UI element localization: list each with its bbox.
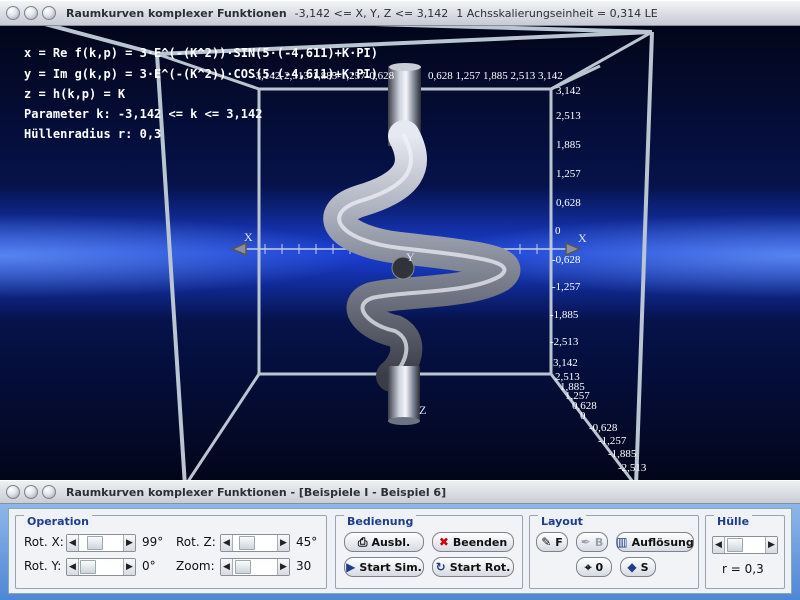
right-tick-label: 3,142 (556, 85, 581, 97)
layout-b-button[interactable]: ✒ B (576, 532, 608, 552)
aufloesung-button[interactable]: ▥ Auflösung (616, 532, 694, 552)
hull-radius: Hüllenradius r: 0,3 (24, 127, 162, 141)
x-axis-label-left: X (244, 230, 253, 244)
slider-thumb[interactable] (87, 536, 103, 550)
eraser-icon: ◆ (627, 560, 637, 574)
control-window-title-bar[interactable]: Raumkurven komplexer Funktionen - [Beisp… (0, 480, 800, 504)
slider-left-arrow-icon[interactable]: ◀ (67, 535, 79, 551)
huelle-title: Hülle (714, 515, 753, 528)
zoom-slider[interactable]: ◀ ▶ (220, 558, 290, 576)
right-tick-label: 0,628 (556, 197, 581, 209)
slider-left-arrow-icon[interactable]: ◀ (713, 537, 725, 553)
window-scale: 1 Achsskalierungseinheit = 0,314 LE (456, 6, 658, 20)
z-axis-label: Z (419, 403, 427, 417)
layout-s-button[interactable]: ◆ S (620, 557, 656, 577)
operation-group: Operation Rot. X: ◀ ▶ 99° Rot. Z: ◀ ▶ 45… (15, 515, 327, 589)
space-curve-tube (323, 63, 521, 425)
formula-z: z = h(k,p) = K (24, 87, 126, 101)
top-tick-labels-right: 0,628 1,257 1,885 2,513 3,142 (428, 70, 563, 82)
huelle-group: Hülle ◀ ▶ r = 0,3 (705, 515, 785, 589)
slider-right-arrow-icon[interactable]: ▶ (765, 537, 777, 553)
operation-title: Operation (24, 515, 92, 528)
layout-title: Layout (538, 515, 586, 528)
slider-left-arrow-icon[interactable]: ◀ (67, 559, 79, 575)
window-close-button[interactable] (6, 6, 20, 20)
right-tick-label: -1,257 (552, 281, 581, 293)
rot-y-value: 0° (142, 559, 156, 573)
formula-x: x = Re f(k,p) = 3·E^(-(K^2))·SIN(5·(-4,6… (24, 46, 379, 60)
hull-radius-value: r = 0,3 (722, 562, 764, 576)
layout-f-button[interactable]: ✎ F (536, 532, 568, 552)
right-tick-label: 1,257 (556, 168, 581, 180)
right-tick-label: -1,885 (550, 309, 579, 321)
y-axis-label: Y (406, 250, 415, 264)
slider-right-arrow-icon[interactable]: ▶ (277, 559, 289, 575)
rot-x-value: 99° (142, 535, 164, 549)
top-tick-labels-left: -3,142-2,513-1,885-1,257-0,628 (252, 70, 395, 82)
ausbl-button[interactable]: ⎙ Ausbl. (344, 532, 424, 552)
slider-left-arrow-icon[interactable]: ◀ (221, 559, 233, 575)
rot-z-slider[interactable]: ◀ ▶ (220, 534, 290, 552)
slider-left-arrow-icon[interactable]: ◀ (221, 535, 233, 551)
corner-tick-label: -0,628 (589, 422, 618, 434)
play-icon: ▶ (346, 560, 356, 574)
zoom-value: 30 (296, 559, 312, 573)
app-window: Raumkurven komplexer Funktionen -3,142 <… (0, 0, 800, 600)
rot-x-label: Rot. X: (24, 535, 64, 549)
window-close-button[interactable] (6, 485, 20, 499)
right-tick-label: -0,628 (552, 254, 581, 266)
corner-tick-label: -2,513 (618, 462, 647, 474)
right-tick-label: 1,885 (556, 139, 581, 151)
window-title: Raumkurven komplexer Funktionen (66, 6, 287, 20)
slider-thumb[interactable] (239, 536, 255, 550)
print-icon: ⎙ (357, 534, 368, 549)
start-sim-button[interactable]: ▶ Start Sim. (344, 557, 424, 577)
slider-right-arrow-icon[interactable]: ▶ (123, 559, 135, 575)
resolution-icon: ▥ (616, 535, 628, 549)
layout-group: Layout ✎ F ✒ B ▥ Auflösung ⌖ 0 ◆ S (529, 515, 699, 589)
parameter-range: Parameter k: -3,142 <= k <= 3,142 (24, 107, 263, 121)
corner-tick-label: 3,142 (553, 357, 578, 369)
corner-tick-label: -1,885 (608, 448, 637, 460)
layout-0-button[interactable]: ⌖ 0 (576, 557, 612, 577)
x-axis-label-right: X (578, 231, 587, 245)
zoom-label: Zoom: (176, 559, 215, 573)
slider-right-arrow-icon[interactable]: ▶ (123, 535, 135, 551)
right-tick-label: 2,513 (556, 110, 581, 122)
control-window-title: Raumkurven komplexer Funktionen - [Beisp… (66, 485, 447, 499)
corner-tick-label: 0 (580, 410, 586, 422)
beenden-button[interactable]: ✖ Beenden (432, 532, 514, 552)
hull-radius-slider[interactable]: ◀ ▶ (712, 536, 778, 554)
rot-z-value: 45° (296, 535, 318, 549)
rot-x-slider[interactable]: ◀ ▶ (66, 534, 136, 552)
control-panel: Operation Rot. X: ◀ ▶ 99° Rot. Z: ◀ ▶ 45… (0, 504, 800, 600)
rotate-icon: ↻ (435, 560, 446, 574)
plot-canvas[interactable]: x = Re f(k,p) = 3·E^(-(K^2))·SIN(5·(-4,6… (0, 26, 800, 480)
slider-thumb[interactable] (80, 560, 96, 574)
slider-thumb[interactable] (727, 538, 743, 552)
rot-y-label: Rot. Y: (24, 559, 62, 573)
rot-y-slider[interactable]: ◀ ▶ (66, 558, 136, 576)
rot-z-label: Rot. Z: (176, 535, 216, 549)
window-maximize-button[interactable] (42, 6, 56, 20)
window-minimize-button[interactable] (24, 485, 38, 499)
window-range: -3,142 <= X, Y, Z <= 3,142 (294, 6, 449, 20)
right-tick-label: 0 (555, 225, 561, 237)
control-panel-inner: Operation Rot. X: ◀ ▶ 99° Rot. Z: ◀ ▶ 45… (8, 508, 792, 594)
slider-thumb[interactable] (235, 560, 251, 574)
brush-icon: ✎ (541, 535, 552, 549)
slider-right-arrow-icon[interactable]: ▶ (277, 535, 289, 551)
bedienung-group: Bedienung ⎙ Ausbl. ✖ Beenden ▶ Start Sim. ↻… (335, 515, 523, 589)
bedienung-title: Bedienung (344, 515, 417, 528)
corner-tick-label: -1,257 (598, 435, 627, 447)
start-rot-button[interactable]: ↻ Start Rot. (432, 557, 514, 577)
right-tick-label: -2,513 (550, 336, 579, 348)
window-minimize-button[interactable] (24, 6, 38, 20)
origin-icon: ⌖ (584, 559, 592, 574)
pen-icon: ✒ (580, 535, 591, 549)
window-title-bar[interactable]: Raumkurven komplexer Funktionen -3,142 <… (0, 0, 800, 26)
window-maximize-button[interactable] (42, 485, 56, 499)
close-icon: ✖ (438, 535, 449, 549)
